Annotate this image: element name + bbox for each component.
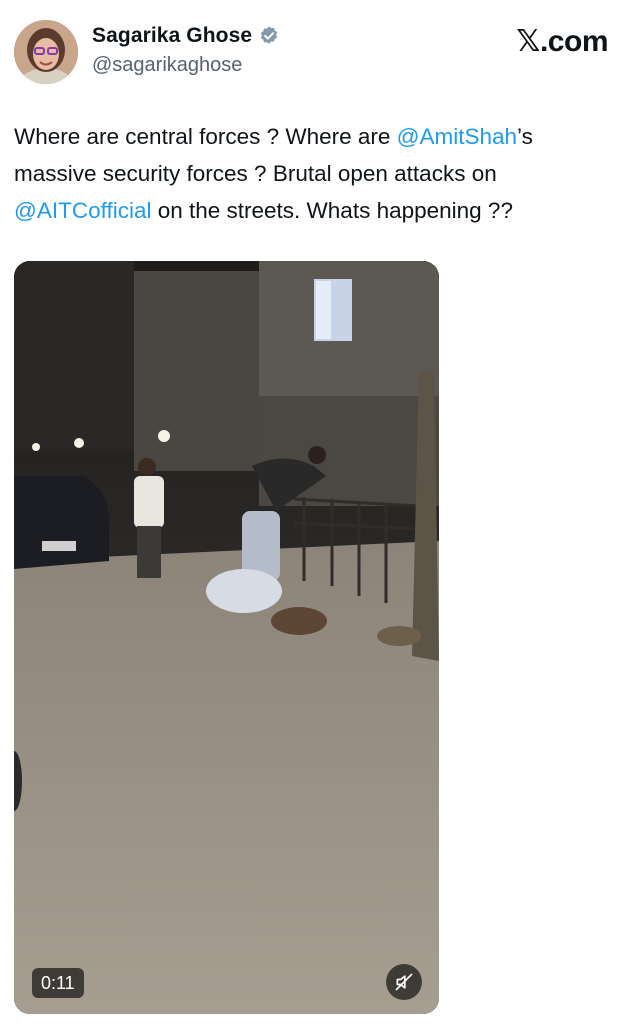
author-avatar[interactable] [14, 20, 78, 84]
brand-label: .com [539, 25, 609, 58]
mute-button[interactable] [386, 964, 422, 1000]
tweet-text: Where are central forces ? Where are @Am… [14, 118, 614, 229]
video-thumbnail-icon [14, 261, 439, 1014]
x-logo-icon[interactable]: 𝕏.com [516, 24, 608, 59]
verified-badge-icon [261, 26, 278, 44]
video-player[interactable]: 0:11 [14, 261, 439, 1014]
author-handle[interactable]: @sagarikaghose [92, 54, 242, 77]
tweet-text-segment: on the streets. Whats happening ?? [151, 198, 513, 223]
tweet-text-segment: Where are central forces ? Where are [14, 124, 397, 149]
avatar-photo-icon [14, 20, 78, 84]
author-name[interactable]: Sagarika Ghose [92, 24, 252, 48]
speaker-muted-icon [395, 973, 413, 991]
video-duration-badge: 0:11 [32, 968, 84, 998]
mention-link[interactable]: @AITCofficial [14, 198, 151, 223]
mention-link[interactable]: @AmitShah [397, 124, 517, 149]
tweet-header: Sagarika Ghose @sagarikaghose 𝕏.com [14, 18, 614, 88]
